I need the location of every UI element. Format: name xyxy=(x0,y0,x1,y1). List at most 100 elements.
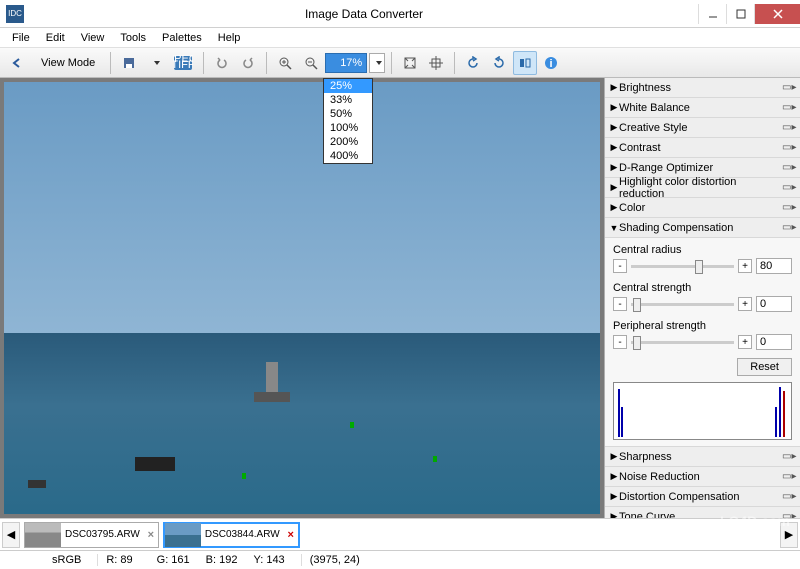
panel-menu-icon[interactable]: ▭▸ xyxy=(782,142,796,153)
save-dropdown[interactable] xyxy=(143,51,167,75)
panel-color[interactable]: ▶Color▭▸ xyxy=(605,198,800,218)
thumbnail-close-icon[interactable]: × xyxy=(144,529,158,541)
slider-thumb[interactable] xyxy=(633,336,641,350)
increment-button[interactable]: + xyxy=(738,335,752,349)
panel-label: Shading Compensation xyxy=(619,222,782,234)
thumbnail-item-active[interactable]: DSC03844.ARW × xyxy=(163,522,300,548)
image-buoy xyxy=(433,456,437,462)
minimize-button[interactable] xyxy=(698,4,726,24)
central-strength-value[interactable] xyxy=(756,296,792,312)
slider-label: Central radius xyxy=(613,244,792,256)
rotate-right-button[interactable] xyxy=(487,51,511,75)
panel-menu-icon[interactable]: ▭▸ xyxy=(782,162,796,173)
save-button[interactable] xyxy=(117,51,141,75)
redo-button[interactable] xyxy=(236,51,260,75)
panel-sharpness[interactable]: ▶Sharpness▭▸ xyxy=(605,447,800,467)
panel-distortion-compensation[interactable]: ▶Distortion Compensation▭▸ xyxy=(605,487,800,507)
decrement-button[interactable]: - xyxy=(613,335,627,349)
info-button[interactable]: i xyxy=(539,51,563,75)
back-button[interactable] xyxy=(6,51,30,75)
zoom-option[interactable]: 50% xyxy=(324,107,372,121)
reset-button[interactable]: Reset xyxy=(737,358,792,376)
slider-thumb[interactable] xyxy=(633,298,641,312)
zoom-dropdown-button[interactable] xyxy=(369,53,385,73)
export-jpeg-tiff-button[interactable]: JPEGTIFF xyxy=(169,51,197,75)
slider-thumb[interactable] xyxy=(695,260,703,274)
thumbnail-image xyxy=(25,523,61,547)
thumbnail-close-icon[interactable]: × xyxy=(284,529,298,541)
undo-button[interactable] xyxy=(210,51,234,75)
zoom-option[interactable]: 25% xyxy=(324,79,372,93)
panel-menu-icon[interactable]: ▭▸ xyxy=(782,222,796,233)
chevron-down-icon xyxy=(154,61,160,65)
panel-label: Color xyxy=(619,202,782,214)
menu-palettes[interactable]: Palettes xyxy=(154,30,210,46)
thumb-scroll-right[interactable]: ▶ xyxy=(780,522,798,548)
central-radius-slider[interactable] xyxy=(631,265,734,268)
menu-edit[interactable]: Edit xyxy=(38,30,73,46)
panel-menu-icon[interactable]: ▭▸ xyxy=(782,491,796,502)
panel-shading-compensation[interactable]: ▼Shading Compensation▭▸ xyxy=(605,218,800,238)
menu-file[interactable]: File xyxy=(4,30,38,46)
panel-brightness[interactable]: ▶Brightness▭▸ xyxy=(605,78,800,98)
separator xyxy=(266,52,267,74)
zoom-option[interactable]: 200% xyxy=(324,135,372,149)
peripheral-strength-value[interactable] xyxy=(756,334,792,350)
zoom-option[interactable]: 400% xyxy=(324,149,372,163)
adjustments-panel: ▶Brightness▭▸ ▶White Balance▭▸ ▶Creative… xyxy=(604,78,800,518)
thumb-scroll-left[interactable]: ◀ xyxy=(2,522,20,548)
zoom-option[interactable]: 33% xyxy=(324,93,372,107)
fit-window-button[interactable] xyxy=(398,51,422,75)
zoom-out-button[interactable] xyxy=(299,51,323,75)
panel-noise-reduction[interactable]: ▶Noise Reduction▭▸ xyxy=(605,467,800,487)
menu-view[interactable]: View xyxy=(73,30,113,46)
zoom-option[interactable]: 100% xyxy=(324,121,372,135)
thumbnail-filename: DSC03795.ARW xyxy=(61,529,144,540)
panel-label: Brightness xyxy=(619,82,782,94)
panel-menu-icon[interactable]: ▭▸ xyxy=(782,122,796,133)
panel-menu-icon[interactable]: ▭▸ xyxy=(782,511,796,518)
panel-highlight-reduction[interactable]: ▶Highlight color distortion reduction▭▸ xyxy=(605,178,800,198)
panel-label: Tone Curve xyxy=(619,511,782,519)
panel-menu-icon[interactable]: ▭▸ xyxy=(782,202,796,213)
increment-button[interactable]: + xyxy=(738,259,752,273)
image-canvas[interactable] xyxy=(4,82,600,514)
central-radius-value[interactable] xyxy=(756,258,792,274)
central-strength-slider[interactable] xyxy=(631,303,734,306)
decrement-button[interactable]: - xyxy=(613,297,627,311)
menu-help[interactable]: Help xyxy=(210,30,249,46)
menu-tools[interactable]: Tools xyxy=(112,30,154,46)
panel-menu-icon[interactable]: ▭▸ xyxy=(782,82,796,93)
decrement-button[interactable]: - xyxy=(613,259,627,273)
peripheral-strength-group: Peripheral strength - + xyxy=(613,320,792,350)
increment-button[interactable]: + xyxy=(738,297,752,311)
expand-icon: ▶ xyxy=(609,471,619,482)
maximize-button[interactable] xyxy=(726,4,754,24)
peripheral-strength-slider[interactable] xyxy=(631,341,734,344)
panel-label: Highlight color distortion reduction xyxy=(619,176,782,200)
panel-contrast[interactable]: ▶Contrast▭▸ xyxy=(605,138,800,158)
actual-size-button[interactable] xyxy=(424,51,448,75)
expand-icon: ▶ xyxy=(609,122,619,133)
chevron-down-icon xyxy=(376,61,382,65)
rotate-left-button[interactable] xyxy=(461,51,485,75)
image-ship xyxy=(254,362,290,402)
slider-label: Central strength xyxy=(613,282,792,294)
panel-white-balance[interactable]: ▶White Balance▭▸ xyxy=(605,98,800,118)
thumbnail-item[interactable]: DSC03795.ARW × xyxy=(24,522,159,548)
status-g: G: 161 xyxy=(157,554,190,566)
svg-text:TIFF: TIFF xyxy=(173,59,193,71)
close-button[interactable] xyxy=(754,4,800,24)
panel-menu-icon[interactable]: ▭▸ xyxy=(782,451,796,462)
panel-menu-icon[interactable]: ▭▸ xyxy=(782,102,796,113)
zoom-in-button[interactable] xyxy=(273,51,297,75)
separator xyxy=(454,52,455,74)
panel-menu-icon[interactable]: ▭▸ xyxy=(782,182,796,193)
panel-creative-style[interactable]: ▶Creative Style▭▸ xyxy=(605,118,800,138)
zoom-value-field[interactable]: 17% xyxy=(325,53,367,73)
panel-tone-curve[interactable]: ▶Tone Curve▭▸ xyxy=(605,507,800,518)
compare-toggle-button[interactable] xyxy=(513,51,537,75)
panel-label: Noise Reduction xyxy=(619,471,782,483)
panel-menu-icon[interactable]: ▭▸ xyxy=(782,471,796,482)
view-mode-button[interactable]: View Mode xyxy=(32,51,104,75)
